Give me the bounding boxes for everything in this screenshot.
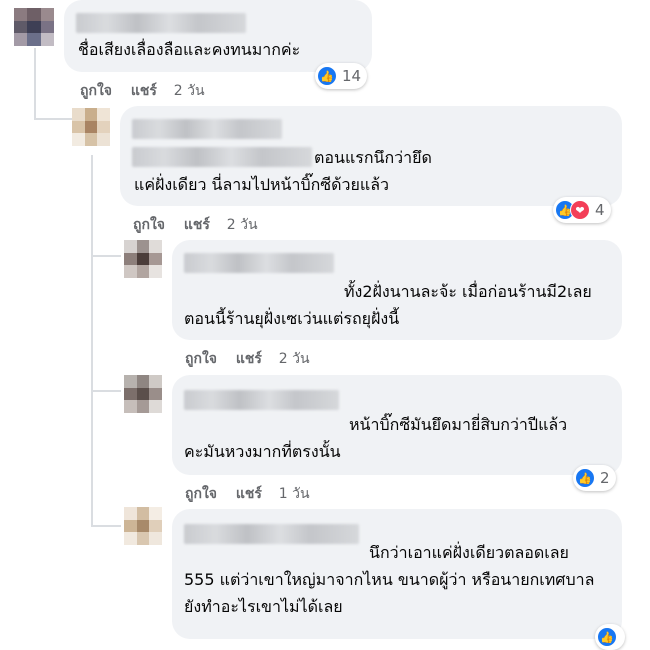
comment-bubble: หน้าบิ๊กซีมันยึดมายี่สิบกว่าปีแล้วคะมันห… — [172, 375, 622, 475]
share-button[interactable]: แชร์ — [184, 217, 210, 233]
thread-line-main — [34, 48, 36, 120]
share-button[interactable]: แชร์ — [236, 486, 262, 502]
thumbs-up-icon: 👍 — [597, 627, 617, 647]
reaction-summary[interactable]: 👍 14 — [315, 63, 368, 89]
comment-text: ตอนแรกนึกว่ายึดแค่ฝั่งเดียว นี่ลามไปหน้า… — [134, 148, 432, 194]
comment-actions: ถูกใจ แชร์ 1 วัน — [185, 483, 324, 505]
heart-icon: ❤ — [570, 200, 590, 220]
timestamp[interactable]: 2 วัน — [174, 83, 205, 99]
reaction-summary-partial[interactable]: 👍 — [595, 624, 625, 650]
comment-actions: ถูกใจ แชร์ 2 วัน — [133, 214, 272, 236]
reaction-summary[interactable]: 👍 ❤ 4 — [553, 197, 611, 223]
reaction-summary[interactable]: 👍 2 — [573, 465, 616, 491]
comment-text: นึกว่าเอาแค่ฝั่งเดียวตลอดเลย 555 แต่ว่าเ… — [184, 543, 595, 616]
commenter-name-blurred[interactable] — [184, 389, 339, 410]
reaction-count: 14 — [342, 67, 362, 85]
commenter-name-blurred[interactable] — [76, 12, 246, 33]
comment-bubble: ตอนแรกนึกว่ายึดแค่ฝั่งเดียว นี่ลามไปหน้า… — [120, 106, 622, 206]
like-button[interactable]: ถูกใจ — [185, 486, 217, 502]
avatar[interactable] — [124, 240, 162, 278]
thread-line-nested-elbow-3 — [91, 525, 121, 527]
comment-text: หน้าบิ๊กซีมันยึดมายี่สิบกว่าปีแล้วคะมันห… — [184, 415, 568, 461]
like-button[interactable]: ถูกใจ — [80, 83, 112, 99]
comment-text: ชื่อเสียงเลื่องลือและคงทนมากค่ะ — [78, 40, 301, 59]
commenter-name-blurred[interactable] — [184, 252, 334, 273]
avatar[interactable] — [124, 375, 162, 413]
thread-line-main-elbow — [34, 118, 74, 120]
avatar[interactable] — [124, 507, 162, 545]
comment-text: ทั้ง2ฝั่งนานละจ้ะ เมื่อก่อนร้านมี2เลย ตอ… — [184, 282, 592, 328]
like-button[interactable]: ถูกใจ — [185, 351, 217, 367]
avatar[interactable] — [14, 8, 54, 46]
thumbs-up-icon: 👍 — [317, 66, 337, 86]
thread-line-nested — [91, 155, 93, 527]
thumbs-up-icon: 👍 — [575, 468, 595, 488]
comment-actions: ถูกใจ แชร์ 2 วัน — [80, 80, 219, 102]
comment-bubble: ชื่อเสียงเลื่องลือและคงทนมากค่ะ — [64, 0, 372, 72]
comment-bubble: ทั้ง2ฝั่งนานละจ้ะ เมื่อก่อนร้านมี2เลย ตอ… — [172, 240, 622, 340]
share-button[interactable]: แชร์ — [131, 83, 157, 99]
reaction-count: 2 — [600, 469, 610, 487]
commenter-name-blurred[interactable] — [132, 118, 282, 139]
timestamp[interactable]: 2 วัน — [279, 351, 310, 367]
like-button[interactable]: ถูกใจ — [133, 217, 165, 233]
timestamp[interactable]: 1 วัน — [279, 486, 310, 502]
reaction-count: 4 — [595, 201, 605, 219]
timestamp[interactable]: 2 วัน — [227, 217, 258, 233]
share-button[interactable]: แชร์ — [236, 351, 262, 367]
comment-bubble: นึกว่าเอาแค่ฝั่งเดียวตลอดเลย 555 แต่ว่าเ… — [172, 509, 622, 639]
thread-line-nested-elbow-1 — [91, 255, 121, 257]
avatar[interactable] — [72, 108, 110, 146]
comment-actions: ถูกใจ แชร์ 2 วัน — [185, 348, 324, 370]
thread-line-nested-elbow-2 — [91, 390, 121, 392]
